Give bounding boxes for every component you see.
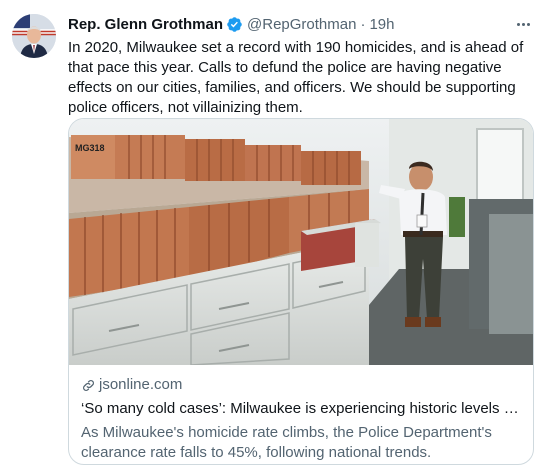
card-image[interactable]: MG318 — [69, 119, 533, 365]
tweet-text: In 2020, Milwaukee set a record with 190… — [68, 39, 524, 116]
avatar[interactable] — [12, 14, 56, 58]
tweet[interactable]: Rep. Glenn Grothman @RepGrothman · 19h I… — [0, 0, 550, 476]
link-preview-card[interactable]: MG318 jsonline.com ‘So many cold cases’:… — [68, 118, 534, 465]
link-icon — [83, 379, 94, 391]
tweet-header: Rep. Glenn Grothman @RepGrothman · 19h — [68, 14, 395, 34]
card-domain-text: jsonline.com — [99, 376, 183, 393]
author-handle[interactable]: @RepGrothman — [247, 16, 356, 33]
more-options-icon[interactable] — [512, 14, 534, 34]
card-domain[interactable]: jsonline.com — [81, 375, 521, 395]
avatar-portrait-icon — [12, 14, 56, 58]
card-description: As Milwaukee's homicide rate climbs, the… — [81, 424, 492, 461]
records-room-photo: MG318 — [69, 119, 533, 365]
shelf-label: MG318 — [75, 143, 105, 153]
author-name[interactable]: Rep. Glenn Grothman — [68, 16, 223, 33]
separator-dot: · — [360, 15, 366, 33]
card-meta: jsonline.com ‘So many cold cases’: Milwa… — [81, 375, 521, 463]
card-title[interactable]: ‘So many cold cases’: Milwaukee is exper… — [81, 399, 521, 419]
tweet-timestamp[interactable]: 19h — [369, 16, 394, 33]
verified-badge-icon — [227, 16, 242, 32]
